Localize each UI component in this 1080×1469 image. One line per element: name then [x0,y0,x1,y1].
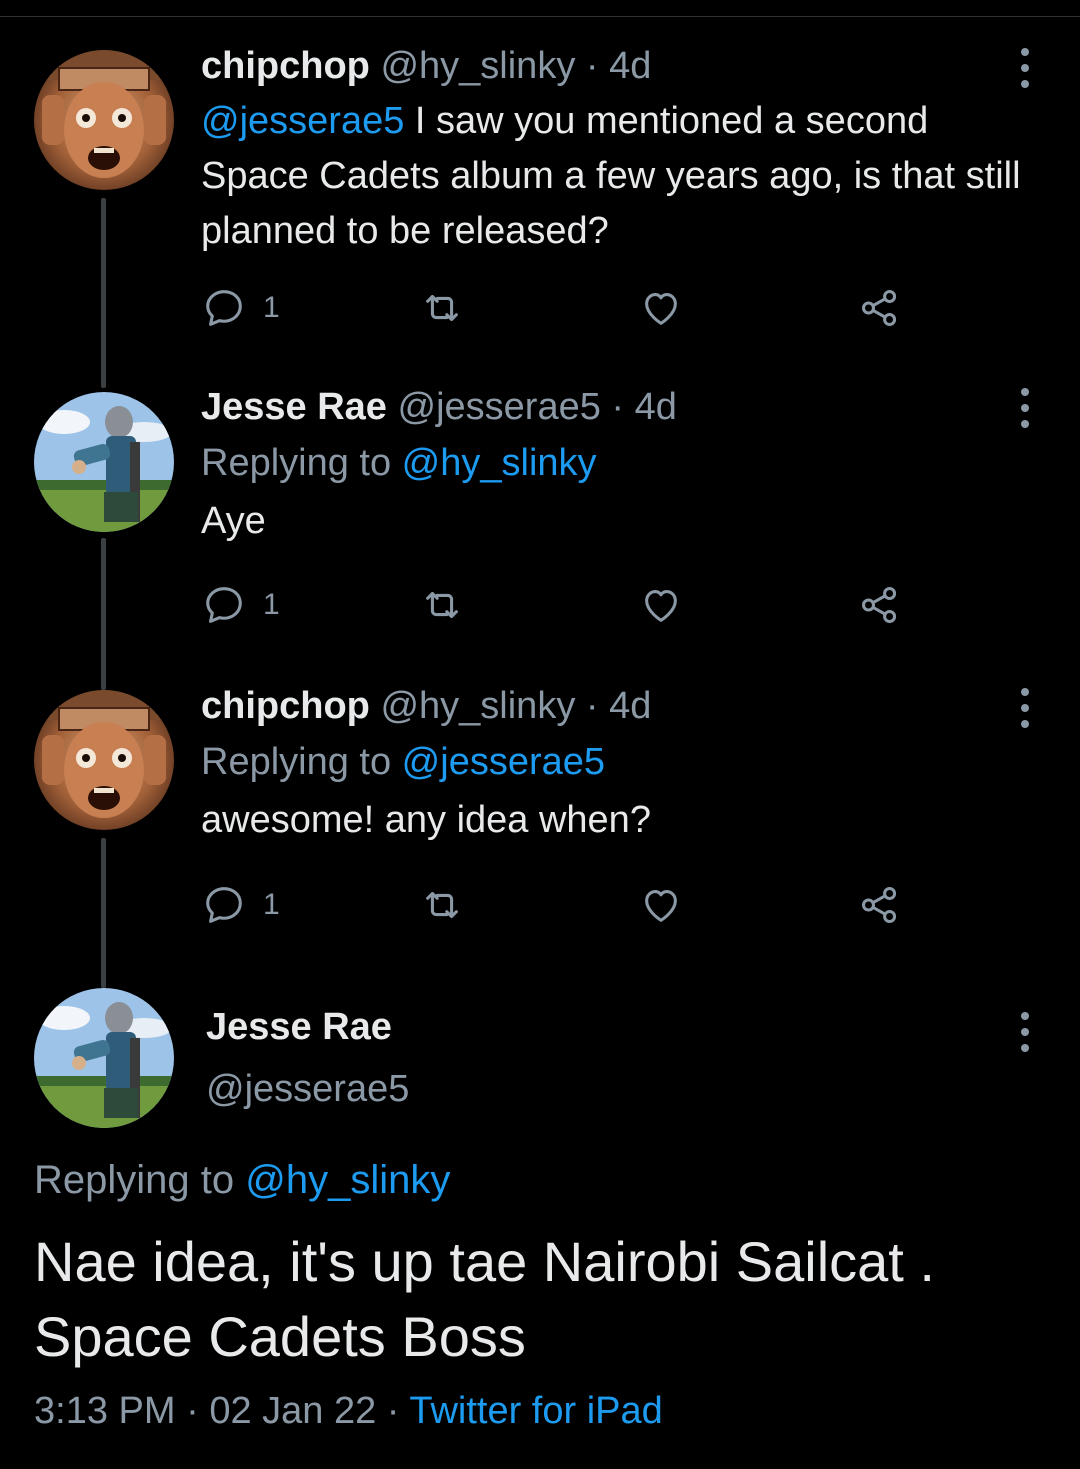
like-button[interactable] [638,580,684,630]
retweet-icon [426,591,458,619]
share-button[interactable] [857,283,903,333]
display-name[interactable]: chipchop [201,45,370,87]
reply-button[interactable]: 1 [201,580,280,630]
replying-to: Replying to @hy_slinky [34,1158,450,1203]
separator-dot: · [186,1390,199,1432]
retweet-button[interactable] [419,880,465,930]
tweet-header: chipchop @hy_slinky · 4d [201,42,1040,90]
tweet-time[interactable]: 4d [609,685,651,727]
tweet-actions: 1 [201,880,921,930]
heart-icon [645,890,677,922]
share-button[interactable] [857,880,903,930]
reply-icon [206,290,242,326]
tweet-time[interactable]: 3:13 PM [34,1390,176,1432]
tweet-actions: 1 [201,580,921,630]
replying-to-label: Replying to [34,1158,246,1202]
tweet-body: awesome! any idea when? [201,799,651,841]
share-icon [861,289,897,327]
user-handle[interactable]: @jesserae5 [206,1068,409,1111]
replying-to-handle[interactable]: @jesserae5 [402,741,605,783]
more-options-icon[interactable] [1010,48,1040,88]
like-button[interactable] [638,283,684,333]
reply-count: 1 [263,888,280,921]
thread-connector [101,838,106,988]
replying-to-handle[interactable]: @hy_slinky [402,442,597,484]
user-handle[interactable]: @jesserae5 [398,386,601,428]
top-divider [0,16,1080,17]
more-options-icon[interactable] [1010,1012,1040,1052]
reply-button[interactable]: 1 [201,283,280,333]
replying-to: Replying to @jesserae5 [201,737,1040,787]
replying-to: Replying to @hy_slinky [201,438,1040,488]
replying-to-handle[interactable]: @hy_slinky [245,1158,450,1202]
like-button[interactable] [638,880,684,930]
display-name[interactable]: Jesse Rae [201,386,387,428]
screaming-face-avatar[interactable] [34,690,174,830]
reply-icon [206,887,242,923]
user-handle[interactable]: @hy_slinky [380,685,575,727]
tweet-body: Aye [201,500,266,542]
display-name[interactable]: Jesse Rae [206,1006,392,1049]
share-icon [861,586,897,624]
share-icon [861,886,897,924]
thread-connector [101,538,106,690]
replying-to-label: Replying to [201,442,402,484]
screaming-face-avatar[interactable] [34,50,174,190]
tweet-actions: 1 [201,283,921,333]
mention-link[interactable]: @jesserae5 [201,100,404,142]
retweet-button[interactable] [419,283,465,333]
retweet-icon [426,891,458,919]
tweet-meta: 3:13 PM · 02 Jan 22 · Twitter for iPad [34,1390,663,1433]
reply-button[interactable]: 1 [201,880,280,930]
share-button[interactable] [857,580,903,630]
thread-connector [101,198,106,388]
tweet-header: Jesse Rae @jesserae5 · 4d [201,383,1040,431]
separator-dot: · [585,685,599,727]
retweet-button[interactable] [419,580,465,630]
retweet-icon [426,294,458,322]
reply-icon [206,587,242,623]
heart-icon [645,293,677,325]
tweet-text: @jesserae5 I saw you mentioned a second … [201,94,1040,259]
tweet-source-link[interactable]: Twitter for iPad [409,1390,662,1432]
tweet-date[interactable]: 02 Jan 22 [209,1390,376,1432]
replying-to-label: Replying to [201,741,402,783]
reply-count: 1 [263,291,280,324]
heart-icon [645,590,677,622]
more-options-icon[interactable] [1010,688,1040,728]
separator-dot: · [611,386,625,428]
knight-in-field-avatar[interactable] [34,392,174,532]
separator-dot: · [386,1390,400,1432]
knight-in-field-avatar[interactable] [34,988,174,1128]
user-handle[interactable]: @hy_slinky [380,45,575,87]
tweet-time[interactable]: 4d [635,386,677,428]
tweet-header: chipchop @hy_slinky · 4d [201,682,1040,730]
tweet-time[interactable]: 4d [609,45,651,87]
more-options-icon[interactable] [1010,388,1040,428]
reply-count: 1 [263,588,280,621]
display-name[interactable]: chipchop [201,685,370,727]
tweet-body: Nae idea, it's up tae Nairobi Sailcat . … [34,1230,935,1368]
separator-dot: · [585,45,599,87]
